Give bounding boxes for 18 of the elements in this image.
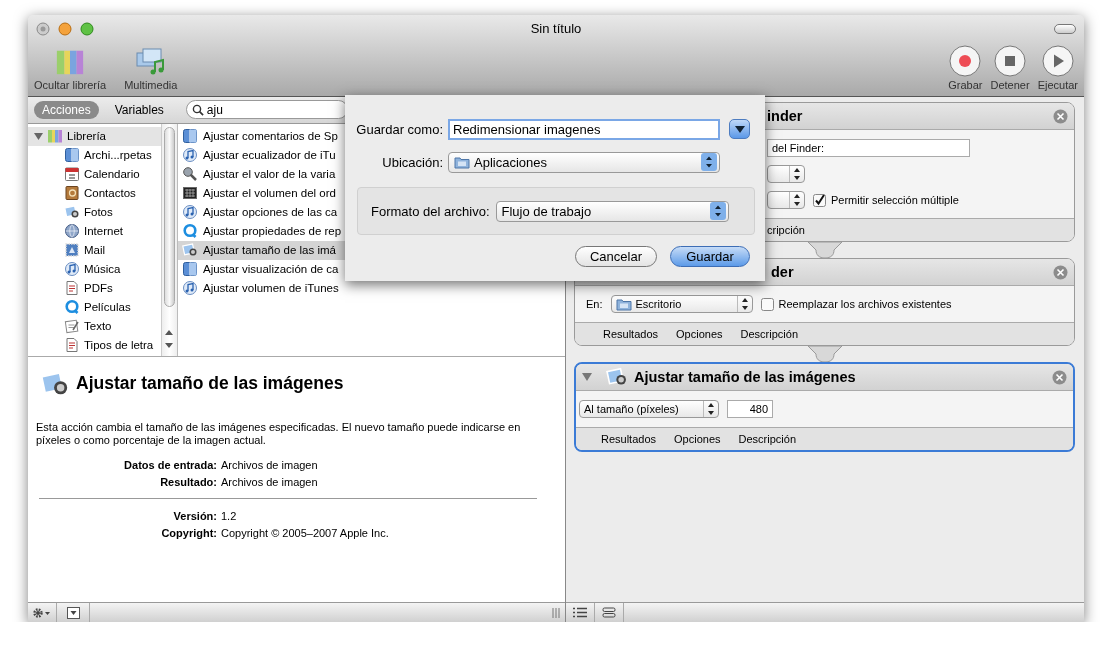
card-title: inder bbox=[767, 108, 803, 124]
card-title: der bbox=[771, 264, 794, 280]
info-value: Archivos de imagen bbox=[221, 458, 319, 472]
info-value: Copyright © 2005–2007 Apple Inc. bbox=[221, 526, 390, 540]
card-title: Ajustar tamaño de las imágenes bbox=[634, 369, 856, 385]
field-label: Guardar como: bbox=[355, 121, 443, 137]
field-label: Formato del archivo: bbox=[371, 203, 490, 219]
info-value: Archivos de imagen bbox=[221, 475, 319, 489]
info-label: Datos de entrada: bbox=[123, 458, 217, 472]
field-label: En: bbox=[586, 298, 603, 310]
info-label: Copyright: bbox=[160, 526, 217, 540]
action-title: Ajustar tamaño de las imágenes bbox=[76, 373, 344, 395]
info-label: Resultado: bbox=[159, 475, 217, 489]
info-label: Versión: bbox=[172, 509, 217, 523]
window-title: Sin título bbox=[530, 21, 582, 36]
action-description: Esta acción cambia el tamaño de las imágenes especificadas. El nuevo tamaño puede indicarse en píxeles o como porcentaje de la imagen actual. bbox=[36, 420, 522, 447]
info-value: 1.2 bbox=[221, 509, 238, 523]
field-label: Ubicación: bbox=[381, 154, 443, 170]
